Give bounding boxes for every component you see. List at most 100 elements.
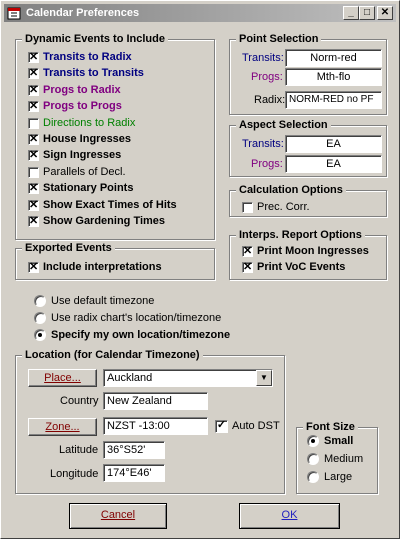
minimize-button[interactable]: _ (343, 6, 359, 20)
check-mark-icon: ✕ (29, 182, 39, 195)
prec-corr-checkbox[interactable] (242, 202, 253, 213)
place-button-label: Place... (44, 372, 81, 384)
timezone-radio[interactable] (34, 295, 46, 307)
font-size-radio[interactable] (307, 453, 319, 465)
dynamic-event-checkbox[interactable]: ✕ (28, 52, 39, 63)
country-label: Country (60, 395, 99, 407)
auto-dst-label: Auto DST (232, 420, 280, 432)
point-selection-group: Point Selection Transits: Norm-red Progs… (229, 32, 387, 115)
check-mark-icon: ✕ (243, 245, 253, 257)
interps-report-options-group: Interps. Report Options ✕ Print Moon Ing… (229, 228, 387, 280)
font-size-group: Font Size Small Medium Large (296, 420, 378, 494)
print-moon-ingresses-label: Print Moon Ingresses (257, 245, 369, 257)
calendar-preferences-window: Calendar Preferences _ □ ✕ Dynamic Event… (0, 0, 400, 539)
include-interpretations-checkbox[interactable]: ✕ (28, 262, 39, 273)
zone-button[interactable]: Zone... (28, 418, 97, 436)
place-select[interactable]: Auckland (103, 369, 273, 387)
timezone-radio[interactable] (34, 312, 46, 324)
aspect-progs-label: Progs: (251, 158, 283, 170)
app-icon (7, 7, 21, 20)
dynamic-event-label: Directions to Radix (43, 116, 136, 129)
auto-dst-checkbox[interactable]: ✓ (215, 420, 228, 433)
cancel-button[interactable]: Cancel (69, 503, 167, 529)
check-mark-icon: ✕ (29, 133, 39, 145)
maximize-icon: □ (363, 7, 371, 18)
dynamic-event-checkbox[interactable]: ✕ (28, 134, 39, 145)
title-bar[interactable]: Calendar Preferences _ □ ✕ (4, 4, 396, 22)
dynamic-event-checkbox[interactable]: ✕ (28, 68, 39, 80)
place-value: Auckland (107, 372, 153, 384)
font-size-title: Font Size (303, 420, 358, 434)
print-voc-events-checkbox[interactable]: ✕ (242, 262, 253, 273)
print-voc-events-label: Print VoC Events (257, 261, 346, 273)
aspect-selection-title: Aspect Selection (236, 118, 331, 132)
latitude-field[interactable]: 36°S52' (103, 441, 165, 459)
check-mark-icon: ✕ (29, 261, 39, 273)
longitude-label: Longitude (50, 468, 99, 480)
radio-dot-icon (38, 333, 42, 337)
dynamic-event-label: House Ingresses (43, 133, 132, 145)
font-size-radio[interactable] (307, 435, 319, 447)
point-progs-field[interactable]: Mth-flo (285, 68, 382, 86)
maximize-button[interactable]: □ (359, 6, 375, 20)
dynamic-event-checkbox[interactable]: ✕ (28, 216, 39, 227)
dynamic-event-label: Show Exact Times of Hits (43, 198, 177, 211)
check-mark-icon: ✕ (29, 51, 39, 63)
latitude-label: Latitude (59, 444, 99, 456)
place-dropdown-button[interactable]: ▼ (256, 370, 272, 386)
check-mark-icon: ✕ (29, 198, 39, 211)
radio-dot-icon (311, 439, 315, 443)
cancel-button-label: Cancel (100, 509, 136, 521)
dynamic-event-label: Progs to Radix (43, 83, 121, 96)
dynamic-event-checkbox[interactable]: ✕ (28, 149, 39, 162)
point-transits-field[interactable]: Norm-red (285, 49, 382, 67)
dynamic-event-checkbox[interactable]: ✕ (28, 198, 39, 211)
print-moon-ingresses-checkbox[interactable]: ✕ (242, 246, 253, 257)
aspect-transits-field[interactable]: EA (285, 135, 382, 153)
minimize-icon: _ (348, 7, 354, 18)
font-size-radio[interactable] (307, 471, 319, 483)
dynamic-event-label: Transits to Radix (43, 51, 132, 63)
dynamic-event-checkbox[interactable] (28, 117, 39, 129)
check-mark-icon: ✕ (29, 149, 39, 162)
include-interpretations-label: Include interpretations (43, 261, 162, 273)
calculation-options-title: Calculation Options (236, 183, 346, 197)
timezone-option-label: Use default timezone (51, 295, 155, 307)
timezone-option-label: Use radix chart's location/timezone (51, 312, 222, 324)
dynamic-event-checkbox[interactable]: ✕ (28, 182, 39, 195)
dynamic-event-label: Sign Ingresses (43, 149, 122, 162)
place-button[interactable]: Place... (28, 369, 97, 387)
longitude-field[interactable]: 174°E46' (103, 464, 165, 482)
zone-field[interactable]: NZST -13:00 (103, 417, 208, 435)
point-radix-label: Radix: (254, 94, 286, 106)
interps-report-options-title: Interps. Report Options (236, 228, 365, 242)
check-mark-icon: ✕ (29, 100, 39, 113)
font-size-option-label: Medium (324, 453, 364, 465)
window-title: Calendar Preferences (26, 7, 140, 19)
timezone-radio[interactable] (34, 329, 46, 341)
dynamic-events-title: Dynamic Events to Include (22, 32, 168, 46)
country-field[interactable]: New Zealand (103, 392, 208, 410)
dynamic-event-label: Stationary Points (43, 182, 134, 195)
close-button[interactable]: ✕ (377, 6, 393, 20)
prec-corr-label: Prec. Corr. (257, 201, 310, 213)
aspect-progs-field[interactable]: EA (285, 155, 382, 173)
dynamic-event-checkbox[interactable]: ✕ (28, 100, 39, 113)
location-group: Location (for Calendar Timezone) Place..… (15, 348, 285, 494)
chevron-down-icon: ▼ (260, 373, 268, 382)
aspect-transits-label: Transits: (242, 138, 284, 150)
point-selection-title: Point Selection (236, 32, 322, 46)
close-icon: ✕ (380, 7, 390, 18)
dynamic-events-group: Dynamic Events to Include ✕ Transits to R… (15, 32, 215, 240)
exported-events-group: Exported Events ✕ Include interpretation… (15, 241, 215, 280)
dynamic-event-checkbox[interactable] (28, 166, 39, 178)
ok-button[interactable]: OK (239, 503, 340, 529)
timezone-option-label: Specify my own location/timezone (51, 329, 231, 341)
point-radix-field[interactable]: NORM-RED no PF (285, 91, 382, 109)
dynamic-event-label: Show Gardening Times (43, 215, 166, 227)
calculation-options-group: Calculation Options Prec. Corr. (229, 183, 387, 217)
check-mark-icon: ✕ (29, 215, 39, 227)
dynamic-event-checkbox[interactable]: ✕ (28, 84, 39, 96)
exported-events-title: Exported Events (22, 241, 115, 255)
dynamic-event-label: Progs to Progs (43, 100, 122, 113)
